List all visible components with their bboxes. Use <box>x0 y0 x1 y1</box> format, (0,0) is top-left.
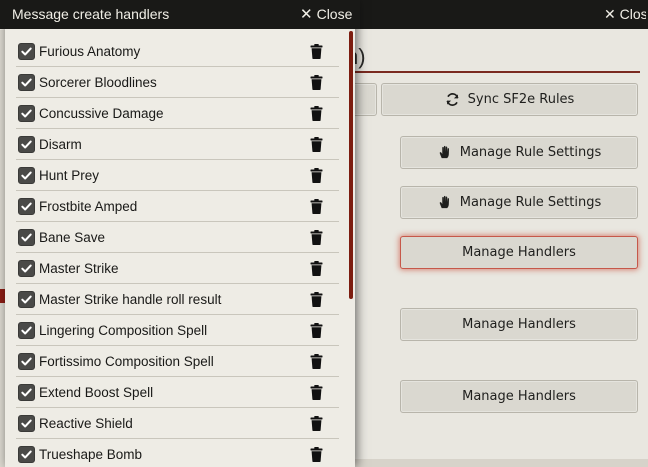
handler-row: Disarm <box>9 129 339 160</box>
checkmark-icon <box>21 171 32 180</box>
manage-rule-settings-button-label: Manage Rule Settings <box>459 145 602 160</box>
dialog-close-button[interactable]: ✕ Close <box>300 6 352 22</box>
handler-row: Master Strike handle roll result <box>9 284 339 315</box>
handler-label: Hunt Prey <box>39 168 100 183</box>
handler-row: Bane Save <box>9 222 339 253</box>
handler-label: Concussive Damage <box>39 106 164 121</box>
handler-row: Concussive Damage <box>9 98 339 129</box>
checkmark-icon <box>21 295 32 304</box>
handler-checkbox[interactable] <box>18 291 35 308</box>
trash-icon[interactable] <box>310 447 323 462</box>
trash-icon[interactable] <box>310 44 323 59</box>
checkmark-icon <box>21 140 32 149</box>
handler-checkbox[interactable] <box>18 43 35 60</box>
handler-label: Master Strike handle roll result <box>39 292 222 307</box>
handler-label: Master Strike <box>39 261 119 276</box>
handler-row: Sorcerer Bloodlines <box>9 67 339 98</box>
handler-label: Extend Boost Spell <box>39 385 154 400</box>
trash-icon[interactable] <box>310 106 323 121</box>
handler-label: Lingering Composition Spell <box>39 323 208 338</box>
handler-label: Fortissimo Composition Spell <box>39 354 214 369</box>
handler-label: Frostbite Amped <box>39 199 138 214</box>
handler-row: Master Strike <box>9 253 339 284</box>
handler-checkbox[interactable] <box>18 136 35 153</box>
checkmark-icon <box>21 47 32 56</box>
manage-handlers-button[interactable]: Manage Handlers <box>400 380 638 413</box>
checkmark-icon <box>21 202 32 211</box>
trash-icon[interactable] <box>310 261 323 276</box>
checkmark-icon <box>21 419 32 428</box>
checkmark-icon <box>21 78 32 87</box>
handler-checkbox[interactable] <box>18 167 35 184</box>
sync-rules-button-label: Sync SF2e Rules <box>467 92 575 107</box>
handler-checkbox[interactable] <box>18 322 35 339</box>
handler-checkbox[interactable] <box>18 260 35 277</box>
dialog-title: Message create handlers <box>12 6 170 22</box>
trash-icon[interactable] <box>310 323 323 338</box>
manage-handlers-button-label: Manage Handlers <box>462 389 576 404</box>
trash-icon[interactable] <box>310 292 323 307</box>
trash-icon[interactable] <box>310 416 323 431</box>
dialog-close-label: Close <box>316 6 353 22</box>
manage-handlers-button[interactable]: Manage Handlers <box>400 308 638 341</box>
settings-window-close-label: Clos <box>619 6 646 22</box>
handler-checkbox[interactable] <box>18 353 35 370</box>
manage-handlers-button-label: Manage Handlers <box>462 245 576 260</box>
trash-icon[interactable] <box>310 168 323 183</box>
manage-handlers-button-label: Manage Handlers <box>462 317 576 332</box>
checkmark-icon <box>21 357 32 366</box>
checkmark-icon <box>21 326 32 335</box>
sync-icon <box>446 93 459 106</box>
handler-checkbox[interactable] <box>18 384 35 401</box>
checkmark-icon <box>21 109 32 118</box>
handler-checkbox[interactable] <box>18 415 35 432</box>
trash-icon[interactable] <box>310 230 323 245</box>
section-divider <box>340 71 640 73</box>
handler-row: Frostbite Amped <box>9 191 339 222</box>
handler-checkbox[interactable] <box>18 198 35 215</box>
manage-handlers-button[interactable]: Manage Handlers <box>400 236 638 269</box>
close-icon: ✕ <box>300 5 313 23</box>
hand-icon <box>439 195 449 209</box>
hand-icon <box>439 145 449 159</box>
handler-row: Trueshape Bomb <box>9 439 339 467</box>
handler-label: Reactive Shield <box>39 416 133 431</box>
handler-row: Extend Boost Spell <box>9 377 339 408</box>
dialog-titlebar[interactable]: Message create handlers ✕ Close <box>0 0 360 29</box>
handler-label: Trueshape Bomb <box>39 447 143 462</box>
handler-label: Bane Save <box>39 230 106 245</box>
close-icon: ✕ <box>604 6 616 22</box>
trash-icon[interactable] <box>310 199 323 214</box>
manage-rule-settings-button-label: Manage Rule Settings <box>459 195 602 210</box>
handler-checkbox[interactable] <box>18 446 35 463</box>
trash-icon[interactable] <box>310 385 323 400</box>
handler-checkbox[interactable] <box>18 105 35 122</box>
trash-icon[interactable] <box>310 75 323 90</box>
checkmark-icon <box>21 450 32 459</box>
checkmark-icon <box>21 233 32 242</box>
handler-row: Lingering Composition Spell <box>9 315 339 346</box>
handler-checkbox[interactable] <box>18 229 35 246</box>
settings-window-footer <box>355 459 648 467</box>
manage-rule-settings-button[interactable]: Manage Rule Settings <box>400 136 638 169</box>
handler-row: Reactive Shield <box>9 408 339 439</box>
trash-icon[interactable] <box>310 137 323 152</box>
sync-rules-button[interactable]: Sync SF2e Rules <box>381 83 638 116</box>
dialog-scrollbar[interactable] <box>349 31 353 299</box>
checkmark-icon <box>21 388 32 397</box>
handler-row: Fortissimo Composition Spell <box>9 346 339 377</box>
message-handlers-dialog: Message create handlers ✕ Close Furious … <box>0 0 360 467</box>
handler-checkbox[interactable] <box>18 74 35 91</box>
manage-rule-settings-button[interactable]: Manage Rule Settings <box>400 186 638 219</box>
trash-icon[interactable] <box>310 354 323 369</box>
handler-label: Sorcerer Bloodlines <box>39 75 157 90</box>
handler-label: Disarm <box>39 137 82 152</box>
handler-label: Furious Anatomy <box>39 44 141 59</box>
checkmark-icon <box>21 264 32 273</box>
settings-window-close-button[interactable]: ✕ Clos <box>604 6 646 23</box>
handler-row: Furious Anatomy <box>9 36 339 67</box>
handler-row: Hunt Prey <box>9 160 339 191</box>
